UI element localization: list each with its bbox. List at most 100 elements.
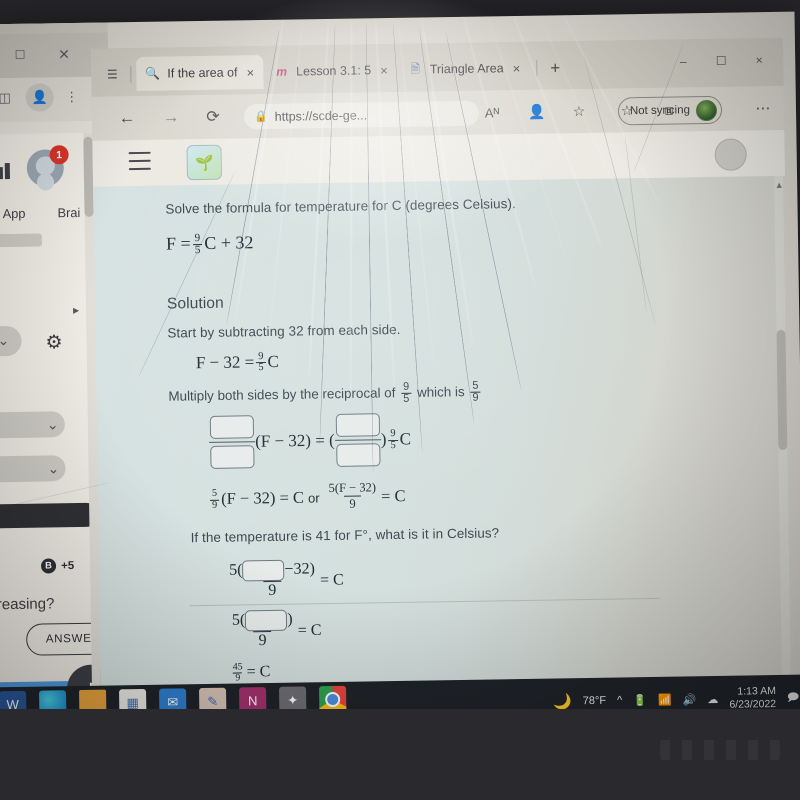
lock-icon: 🔒 xyxy=(253,110,268,124)
search-icon: 🔍 xyxy=(145,66,161,81)
clock[interactable]: 1:13 AM 6/23/2022 xyxy=(729,685,776,712)
eq-den: 5 xyxy=(256,362,266,375)
page-scrollbar-thumb[interactable] xyxy=(776,329,788,450)
after-box-text: −32) xyxy=(284,560,315,578)
formula-var: C xyxy=(204,232,217,253)
formula-den: 5 xyxy=(192,243,203,257)
maximize-button[interactable]: ☐ xyxy=(703,45,739,78)
brainly-b-icon: B xyxy=(40,558,57,574)
divider xyxy=(536,59,538,77)
url-text: https://scde-ge... xyxy=(274,107,368,124)
answer-input-box[interactable] xyxy=(210,445,255,470)
site-logo[interactable]: 🌱 xyxy=(186,144,223,181)
bar-chart-icon[interactable] xyxy=(0,162,13,180)
answer-input-box[interactable] xyxy=(335,443,381,468)
favorite-add-icon[interactable]: ☆ xyxy=(564,96,594,126)
answer-input-box[interactable] xyxy=(209,415,255,439)
left-app-column: 1 ainly App Brai ▸ ⌄ ⚙ ⌄ ⌄ B +5 increasi… xyxy=(0,132,104,705)
chevron-down-icon-1[interactable]: ⌄ xyxy=(0,332,9,349)
maximize-icon[interactable]: ☐ xyxy=(9,44,31,66)
frac-num: 45 xyxy=(232,661,243,673)
tab-list: ☰ 🔍 If the area of × m Lesson 3.1: 5 × 🗎 xyxy=(99,47,560,94)
notification-badge: 1 xyxy=(49,145,69,165)
scroll-up-icon[interactable]: ▲ xyxy=(773,180,785,192)
doc-icon: 🗎 xyxy=(410,61,421,76)
question-text: If the temperature is 41 for F°, what is… xyxy=(190,525,500,546)
chevron-down-icon-3[interactable]: ⌄ xyxy=(47,460,59,477)
frac-top: 5(F − 32) xyxy=(328,480,377,496)
volume-icon[interactable]: 🔊 xyxy=(683,693,697,706)
answer-input-box[interactable] xyxy=(245,609,288,632)
forward-button[interactable]: → xyxy=(156,102,186,132)
q-step-2-bot: 9 xyxy=(253,630,272,651)
moon-icon: 🌙 xyxy=(552,693,572,711)
result-equation: 5 9 (F − 32) = C or 5(F − 32) 9 = C xyxy=(208,480,406,516)
bookmark-item-2[interactable]: Brai xyxy=(57,205,80,220)
sync-status-button[interactable]: Not syncing xyxy=(617,95,723,126)
result-mid: (F − 32) = C xyxy=(220,487,305,509)
weather-temp[interactable]: 78°F xyxy=(583,695,607,707)
fraction-input-left[interactable] xyxy=(209,415,256,470)
chat-bubble-icon[interactable] xyxy=(653,145,673,163)
right-arrow-icon[interactable]: ▸ xyxy=(73,303,79,317)
onedrive-icon[interactable]: ☁ xyxy=(707,692,718,705)
boxed-equation: (F − 32) = ( ) 9 5 C xyxy=(209,413,412,471)
refresh-button[interactable]: ⟳ xyxy=(198,102,228,132)
avatar[interactable] xyxy=(714,138,747,171)
new-tab-button[interactable]: + xyxy=(550,58,560,77)
m-icon: m xyxy=(276,64,288,79)
wifi-icon[interactable]: 📶 xyxy=(658,693,672,706)
more-menu-icon[interactable]: ⋮ xyxy=(64,86,80,108)
address-bar[interactable]: 🔒 https://scde-ge... xyxy=(243,100,480,130)
more-menu-icon[interactable]: ⋯ xyxy=(748,93,778,123)
dark-banner xyxy=(0,502,99,529)
bookmark-item-1[interactable]: ainly App xyxy=(0,206,26,222)
page-viewport: 🌱 Solve the formula for temperature for … xyxy=(92,129,794,704)
placeholder-bar xyxy=(0,233,43,248)
back-button[interactable]: ← xyxy=(112,103,142,133)
tab-label: If the area of xyxy=(167,65,238,81)
chevron-down-icon-2[interactable]: ⌄ xyxy=(47,416,59,433)
frac-bot: 9 xyxy=(344,495,361,512)
close-icon[interactable]: × xyxy=(246,65,254,80)
formula-num: 9 xyxy=(194,231,201,244)
lead-text: 5( xyxy=(231,611,246,629)
battery-icon[interactable]: 🔋 xyxy=(633,694,647,707)
read-aloud-icon[interactable]: Aᴺ xyxy=(477,97,507,127)
boxed-mid: (F − 32) = ( xyxy=(254,430,335,451)
frac-num: 9 xyxy=(390,428,396,440)
fraction-input-right[interactable] xyxy=(334,413,381,468)
laptop-screen-photo: ☐ ✕ ◫ 👤 ⋮ 1 ainly App Brai ▸ ⌄ ⚙ xyxy=(0,0,800,800)
close-icon[interactable]: × xyxy=(380,63,388,78)
close-icon[interactable]: × xyxy=(513,60,521,75)
close-button[interactable]: × xyxy=(741,44,777,77)
question-step-2: 5() 9 = C xyxy=(227,609,322,652)
q-step-1-top: 5(−32) xyxy=(224,559,320,582)
settings-gear-icon[interactable]: ⚙ xyxy=(45,331,62,354)
step-2-b: which is xyxy=(416,384,465,400)
frac-num: 5 xyxy=(211,487,218,500)
avatar xyxy=(695,99,718,121)
tab-lesson-3-1[interactable]: m Lesson 3.1: 5 × xyxy=(265,53,397,89)
q-step-1-equals: = C xyxy=(319,571,344,589)
q-step-3-equals: = C xyxy=(246,663,271,681)
answer-input-box[interactable] xyxy=(242,559,285,582)
tab-actions-icon[interactable]: ☰ xyxy=(99,61,125,87)
collections-icon[interactable]: 👤 xyxy=(522,96,552,126)
tray-expand-icon[interactable]: ^ xyxy=(617,694,622,706)
profile-icon[interactable]: 👤 xyxy=(25,83,54,112)
solution-heading: Solution xyxy=(166,294,224,313)
tab-triangle-area[interactable]: 🗎 Triangle Area × xyxy=(398,51,529,87)
question-step-1: 5(−32) 9 = C xyxy=(224,559,344,603)
after-box-text: ) xyxy=(287,610,293,628)
prompt-text: Solve the formula for temperature for C … xyxy=(165,196,516,217)
sidebar-panel-icon[interactable]: ◫ xyxy=(0,87,16,109)
answer-input-box[interactable] xyxy=(335,413,380,437)
notification-icon[interactable]: 🗩 xyxy=(787,688,800,707)
frac-num: 9 xyxy=(402,380,410,393)
minimize-button[interactable]: – xyxy=(665,45,701,78)
hamburger-menu[interactable] xyxy=(128,151,151,171)
tab-if-the-area-of[interactable]: 🔍 If the area of × xyxy=(136,55,264,92)
frac-num: 5 xyxy=(472,379,479,392)
close-icon[interactable]: ✕ xyxy=(53,43,75,65)
